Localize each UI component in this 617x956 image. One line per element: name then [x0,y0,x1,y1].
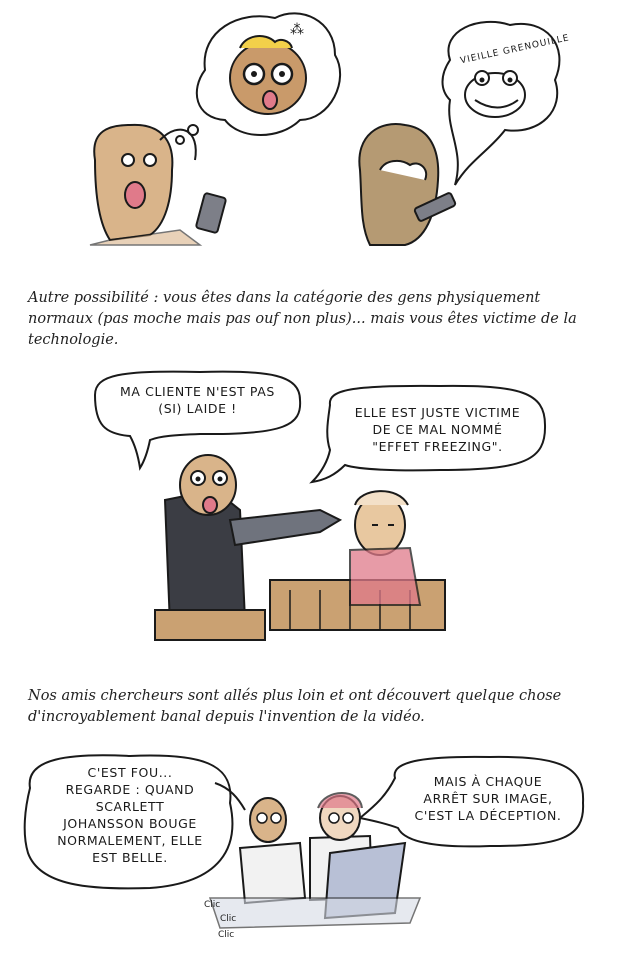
click-sound-1: Clic [204,900,221,910]
svg-text:⁂: ⁂ [290,22,304,38]
panel-top-illustration: ⁂ VIEILLE GRENOUILLE [89,12,570,246]
phone-left [195,192,227,234]
lawyer-desk [154,609,266,641]
researcher-left [238,841,307,905]
panel-top-phones: ⁂ VIEILLE GRENOUILLE [0,0,617,260]
speech-text-right: MAIS À CHAQUE ARRÊT SUR IMAGE, C'EST LA … [414,774,562,823]
speech-text-left: C'EST FOU... REGARDE : QUAND SCARLETT JO… [57,765,203,865]
click-sound-2: Clic [220,914,237,924]
lawyer-arm [228,508,343,547]
panel-researchers: C'EST FOU... REGARDE : QUAND SCARLETT JO… [0,748,617,956]
speech-text-lawyer: MA CLIENTE N'EST PAS (SI) LAIDE ! [120,384,275,416]
caption-second: Nos amis chercheurs sont allés plus loin… [28,688,562,725]
desk [208,897,422,929]
click-sound-3: Clic [218,930,235,940]
caption-first: Autre possibilité : vous êtes dans la ca… [28,290,577,348]
second-man [358,123,440,246]
panel-courtroom: MA CLIENTE N'EST PAS (SI) LAIDE ! ELLE E… [0,360,617,660]
speech-text-lawyer-2: ELLE EST JUSTE VICTIME DE CE MAL NOMMÉ "… [354,405,521,454]
defendant-body [349,546,422,606]
